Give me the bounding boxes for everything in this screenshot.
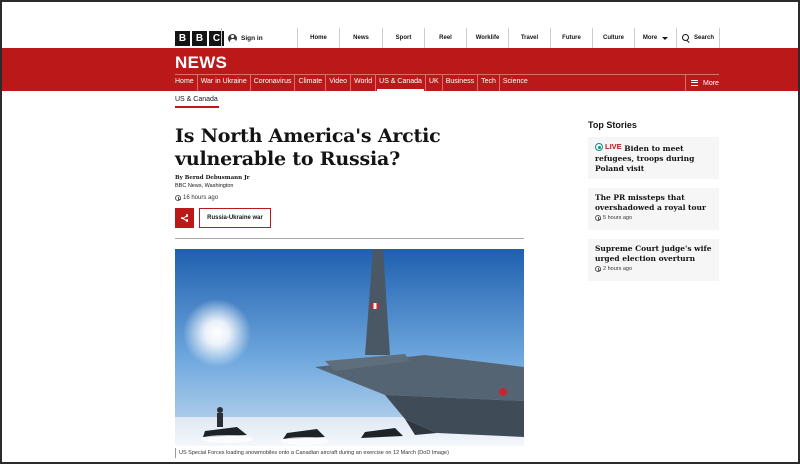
article-hero-image — [175, 249, 524, 446]
top-nav-news[interactable]: News — [339, 28, 382, 48]
top-navigation: Home News Sport Reel Worklife Travel Fut… — [297, 28, 720, 48]
live-badge: LIVE — [595, 142, 622, 152]
live-label: LIVE — [605, 142, 622, 151]
clock-icon — [595, 266, 601, 272]
article-timestamp: 16 hours ago — [175, 195, 218, 201]
menu-icon — [691, 80, 698, 86]
top-nav-more-label: More — [642, 35, 658, 41]
share-icon — [180, 214, 189, 222]
news-nav-more-button[interactable]: More — [685, 75, 719, 91]
logo-letter: B — [192, 31, 207, 46]
top-nav-home[interactable]: Home — [297, 28, 339, 48]
search-label: Search — [693, 35, 714, 41]
timestamp-text: 16 hours ago — [183, 195, 219, 201]
sign-in-link[interactable]: Sign in — [221, 28, 263, 48]
news-nav-home[interactable]: Home — [175, 75, 198, 91]
top-story-headline: The PR missteps that overshadowed a roya… — [595, 193, 706, 212]
top-story-headline: LIVE Biden to meet refugees, troops duri… — [595, 142, 713, 174]
news-nav-coronavirus[interactable]: Coronavirus — [251, 75, 296, 91]
share-button[interactable] — [175, 208, 194, 228]
author-outlet: BBC News, Washington — [175, 183, 234, 189]
byline: By Bernd Debusmann Jr BBC News, Washingt… — [175, 174, 250, 190]
logo-letter: B — [175, 31, 190, 46]
aircraft-photo — [175, 249, 524, 446]
top-nav-more[interactable]: More — [634, 28, 676, 48]
top-story-item[interactable]: The PR missteps that overshadowed a roya… — [588, 188, 719, 230]
top-nav-search[interactable]: Search — [676, 28, 720, 48]
news-nav-science[interactable]: Science — [500, 75, 531, 91]
bbc-logo[interactable]: B B C — [175, 31, 224, 46]
news-header: NEWS — [2, 48, 798, 74]
news-nav-us-canada[interactable]: US & Canada — [376, 75, 426, 91]
live-icon — [595, 143, 603, 151]
article-headline: Is North America's Arctic vulnerable to … — [175, 125, 441, 170]
top-nav-worklife[interactable]: Worklife — [466, 28, 508, 48]
image-caption: US Special Forces loading snowmobiles on… — [175, 448, 524, 458]
topic-tag-button[interactable]: Russia-Ukraine war — [199, 208, 271, 228]
news-nav-tech[interactable]: Tech — [478, 75, 500, 91]
masthead: B B C Sign in Home News Sport Reel Workl… — [2, 28, 798, 48]
sign-in-label: Sign in — [241, 34, 263, 42]
news-navigation: Home War in Ukraine Coronavirus Climate … — [2, 74, 798, 91]
news-nav-climate[interactable]: Climate — [295, 75, 327, 91]
top-story-time-text: 5 hours ago — [603, 215, 633, 221]
news-nav-more-label: More — [703, 79, 719, 87]
top-story-item[interactable]: LIVE Biden to meet refugees, troops duri… — [588, 137, 719, 179]
chevron-down-icon — [662, 36, 669, 40]
author-name: By Bernd Debusmann Jr — [175, 175, 250, 181]
top-nav-culture[interactable]: Culture — [592, 28, 634, 48]
clock-icon — [595, 215, 601, 221]
article-divider — [175, 238, 524, 239]
breadcrumb-underline — [175, 106, 219, 108]
news-nav-business[interactable]: Business — [443, 75, 479, 91]
news-nav-war-in-ukraine[interactable]: War in Ukraine — [198, 75, 251, 91]
top-nav-future[interactable]: Future — [550, 28, 592, 48]
avatar-icon — [228, 33, 237, 43]
top-nav-reel[interactable]: Reel — [424, 28, 466, 48]
top-nav-travel[interactable]: Travel — [508, 28, 550, 48]
search-icon — [681, 34, 690, 42]
news-nav-video[interactable]: Video — [326, 75, 351, 91]
breadcrumb[interactable]: US & Canada — [175, 96, 218, 103]
browser-page: B B C Sign in Home News Sport Reel Workl… — [0, 0, 800, 464]
top-nav-sport[interactable]: Sport — [382, 28, 424, 48]
top-story-item[interactable]: Supreme Court judge's wife urged electio… — [588, 239, 719, 281]
top-stories-title: Top Stories — [588, 120, 637, 130]
news-nav-world[interactable]: World — [351, 75, 377, 91]
top-story-time-text: 2 hours ago — [603, 266, 633, 272]
clock-icon — [175, 195, 181, 201]
news-title[interactable]: NEWS — [175, 53, 227, 73]
top-story-headline: Supreme Court judge's wife urged electio… — [595, 244, 712, 263]
top-story-time: 5 hours ago — [595, 215, 713, 221]
news-nav-items: Home War in Ukraine Coronavirus Climate … — [175, 75, 531, 91]
top-story-time: 2 hours ago — [595, 266, 713, 272]
news-nav-uk[interactable]: UK — [426, 75, 443, 91]
